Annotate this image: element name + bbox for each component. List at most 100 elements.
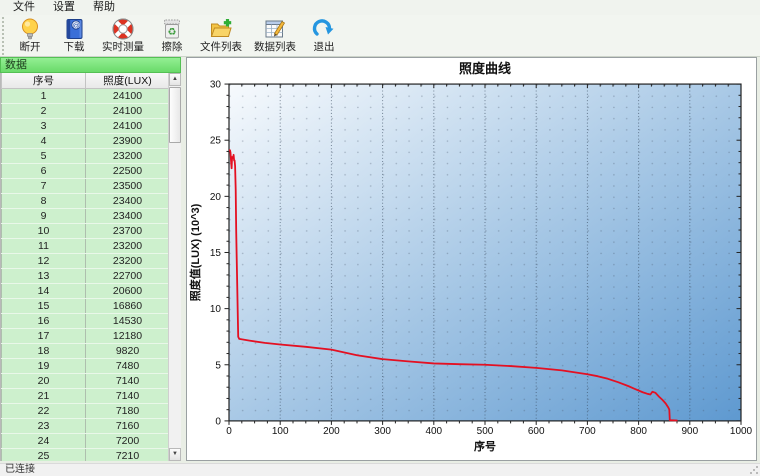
disconnect-label: 断开 bbox=[19, 41, 41, 53]
status-bar: 已连接 bbox=[0, 463, 760, 476]
table-cell: 3 bbox=[1, 118, 86, 134]
illuminance-chart: 0 100 200 300 400 500 600 700 800 900 1000 0 5 10 15 20… bbox=[188, 61, 753, 453]
table-row[interactable]: 14 20600 bbox=[1, 283, 170, 299]
table-cell: 22500 bbox=[85, 163, 170, 179]
table-row[interactable]: 22 7180 bbox=[1, 403, 170, 419]
main-area: 数据 序号 照度(LUX) 1 24100 2 24100 3 24100 4 23900 5 2… bbox=[0, 57, 760, 463]
erase-label: 擦除 bbox=[161, 41, 183, 53]
table-cell: 23700 bbox=[85, 223, 170, 239]
table-cell: 18 bbox=[1, 343, 86, 359]
download-button[interactable]: @ 下载 bbox=[52, 16, 96, 56]
table-cell: 23200 bbox=[85, 253, 170, 269]
table-cell: 5 bbox=[1, 148, 86, 164]
lifebuoy-icon bbox=[112, 18, 134, 40]
table-row[interactable]: 15 16860 bbox=[1, 298, 170, 314]
table-row[interactable]: 11 23200 bbox=[1, 238, 170, 254]
exit-arrow-icon bbox=[312, 19, 334, 36]
table-row[interactable]: 23 7160 bbox=[1, 418, 170, 434]
table-row[interactable]: 2 24100 bbox=[1, 103, 170, 119]
realtime-measure-button[interactable]: 实时测量 bbox=[96, 16, 150, 56]
erase-button[interactable]: ♻ 擦除 bbox=[150, 16, 194, 56]
table-row[interactable]: 4 23900 bbox=[1, 133, 170, 149]
table-row[interactable]: 24 7200 bbox=[1, 433, 170, 449]
table-row[interactable]: 16 14530 bbox=[1, 313, 170, 329]
table-row[interactable]: 3 24100 bbox=[1, 118, 170, 134]
table-cell: 7140 bbox=[85, 373, 170, 389]
table-cell: 13 bbox=[1, 268, 86, 284]
scroll-thumb[interactable] bbox=[169, 87, 181, 143]
table-scrollbar[interactable]: ▲ ▼ bbox=[168, 73, 181, 461]
column-header-seq[interactable]: 序号 bbox=[1, 73, 86, 89]
toolbar: 断开 @ 下载 实时测量 ♻ 擦除 文件列表 数据列表 退出 bbox=[0, 15, 760, 57]
table-cell: 7200 bbox=[85, 433, 170, 449]
x-tick-label: 400 bbox=[425, 426, 442, 437]
table-row[interactable]: 17 12180 bbox=[1, 328, 170, 344]
table-cell: 23200 bbox=[85, 148, 170, 164]
menu-file[interactable]: 文件 bbox=[4, 0, 44, 15]
table-cell: 14530 bbox=[85, 313, 170, 329]
data-sidebar: 数据 序号 照度(LUX) 1 24100 2 24100 3 24100 4 23900 5 2… bbox=[0, 57, 181, 461]
table-row[interactable]: 1 24100 bbox=[1, 88, 170, 104]
table-cell: 10 bbox=[1, 223, 86, 239]
toolbar-gripper[interactable] bbox=[2, 17, 6, 55]
bulb-icon bbox=[22, 18, 38, 40]
table-cell: 6 bbox=[1, 163, 86, 179]
svg-text:♻: ♻ bbox=[168, 27, 177, 38]
table-row[interactable]: 9 23400 bbox=[1, 208, 170, 224]
table-cell: 23200 bbox=[85, 238, 170, 254]
x-tick-label: 0 bbox=[226, 426, 232, 437]
table-cell: 8 bbox=[1, 193, 86, 209]
table-row[interactable]: 20 7140 bbox=[1, 373, 170, 389]
table-row[interactable]: 10 23700 bbox=[1, 223, 170, 239]
y-axis-label: 照度值(LUX) (10^3) bbox=[188, 203, 202, 301]
menu-bar: 文件 设置 帮助 bbox=[0, 0, 760, 15]
resize-grip[interactable] bbox=[749, 465, 759, 475]
table-cell: 23500 bbox=[85, 178, 170, 194]
table-cell: 20600 bbox=[85, 283, 170, 299]
table-cell: 19 bbox=[1, 358, 86, 374]
table-row[interactable]: 5 23200 bbox=[1, 148, 170, 164]
x-tick-label: 300 bbox=[374, 426, 391, 437]
table-row[interactable]: 19 7480 bbox=[1, 358, 170, 374]
exit-label: 退出 bbox=[313, 41, 335, 53]
menu-help[interactable]: 帮助 bbox=[84, 0, 124, 15]
chart-panel: 0 100 200 300 400 500 600 700 800 900 1000 0 5 10 15 20… bbox=[186, 57, 757, 461]
table-row[interactable]: 13 22700 bbox=[1, 268, 170, 284]
table-pencil-icon bbox=[265, 20, 286, 38]
table-row[interactable]: 12 23200 bbox=[1, 253, 170, 269]
table-cell: 7180 bbox=[85, 403, 170, 419]
disconnect-button[interactable]: 断开 bbox=[8, 16, 52, 56]
x-tick-label: 500 bbox=[477, 426, 494, 437]
table-row[interactable]: 7 23500 bbox=[1, 178, 170, 194]
column-header-lux[interactable]: 照度(LUX) bbox=[85, 73, 170, 89]
x-tick-label: 900 bbox=[681, 426, 698, 437]
connection-status: 已连接 bbox=[5, 464, 35, 475]
x-tick-label: 200 bbox=[323, 426, 340, 437]
table-cell: 21 bbox=[1, 388, 86, 404]
y-tick-label: 25 bbox=[210, 136, 222, 147]
menu-settings[interactable]: 设置 bbox=[44, 0, 84, 15]
scroll-down-icon[interactable]: ▼ bbox=[169, 448, 181, 461]
table-row[interactable]: 25 7210 bbox=[1, 448, 170, 461]
table-cell: 24100 bbox=[85, 118, 170, 134]
table-cell: 16860 bbox=[85, 298, 170, 314]
table-cell: 17 bbox=[1, 328, 86, 344]
table-cell: 7160 bbox=[85, 418, 170, 434]
exit-button[interactable]: 退出 bbox=[302, 16, 346, 56]
realtime-measure-label: 实时测量 bbox=[102, 41, 144, 53]
data-list-button[interactable]: 数据列表 bbox=[248, 16, 302, 56]
file-list-button[interactable]: 文件列表 bbox=[194, 16, 248, 56]
scroll-up-icon[interactable]: ▲ bbox=[169, 73, 181, 86]
data-table: 序号 照度(LUX) 1 24100 2 24100 3 24100 4 23900 5 2320… bbox=[1, 73, 170, 461]
table-row[interactable]: 8 23400 bbox=[1, 193, 170, 209]
table-cell: 7210 bbox=[85, 448, 170, 461]
table-cell: 22700 bbox=[85, 268, 170, 284]
table-row[interactable]: 18 9820 bbox=[1, 343, 170, 359]
y-tick-label: 15 bbox=[210, 248, 222, 259]
data-list-label: 数据列表 bbox=[254, 41, 296, 53]
table-row[interactable]: 21 7140 bbox=[1, 388, 170, 404]
table-cell: 23400 bbox=[85, 208, 170, 224]
table-cell: 7 bbox=[1, 178, 86, 194]
table-cell: 1 bbox=[1, 88, 86, 104]
table-row[interactable]: 6 22500 bbox=[1, 163, 170, 179]
